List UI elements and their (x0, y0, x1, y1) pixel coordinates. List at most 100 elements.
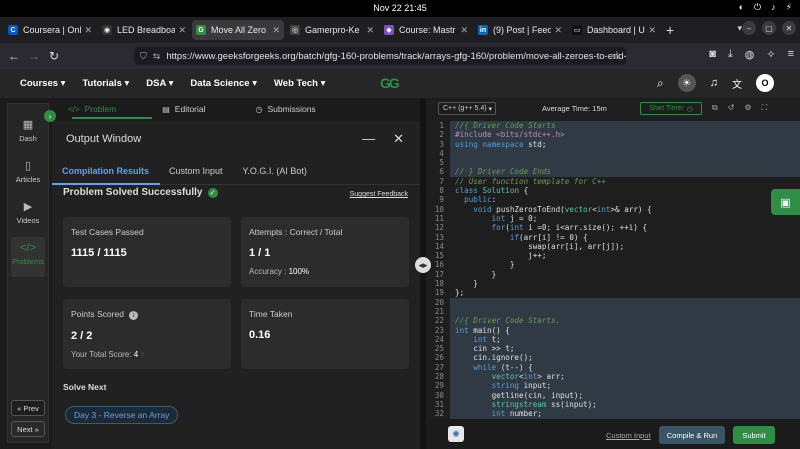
code-line[interactable]: 4 (426, 148, 800, 159)
prev-button[interactable]: « Prev (11, 400, 45, 416)
site-menu-item[interactable]: Data Science ▾ (190, 78, 257, 89)
site-menu-item[interactable]: DSA ▾ (146, 78, 173, 89)
code-line[interactable]: 25 cin >> t; (426, 344, 800, 354)
code-line[interactable]: 11 int j = 0; (426, 214, 800, 223)
rail-item-dash[interactable]: ▦ Dash (11, 118, 45, 158)
code-line[interactable]: 10 void pushZerosToEnd(vector<int>& arr)… (426, 205, 800, 214)
account-icon[interactable]: ◍ (745, 48, 755, 61)
system-tray[interactable]: ◐ ⏻ ♪ ⚡ (739, 2, 792, 13)
tab-custom-input[interactable]: Custom Input (159, 166, 233, 176)
close-tab-icon[interactable]: ✕ (554, 25, 562, 36)
browser-tab[interactable]: ◉ LED Breadboa ✕ (98, 20, 190, 40)
submit-button[interactable]: Submit (733, 426, 775, 444)
rail-item-problems[interactable]: </> Problems (11, 237, 45, 277)
settings-icon[interactable]: ⚙ (744, 103, 751, 113)
code-line[interactable]: 26 cin.ignore(); (426, 353, 800, 363)
code-line[interactable]: 31 stringstream ss(input); (426, 399, 800, 410)
browser-tab[interactable]: C Coursera | Onl ✕ (4, 20, 96, 40)
tab-editorial[interactable]: ▤ Editorial (132, 104, 221, 114)
code-line[interactable]: 7 // User function template for C++ (426, 177, 800, 186)
code-line[interactable]: 8 class Solution { (426, 186, 800, 195)
code-line[interactable]: 20 (426, 297, 800, 307)
site-menu-item[interactable]: Web Tech ▾ (274, 78, 325, 89)
code-line[interactable]: 3 using namespace std; (426, 139, 800, 149)
next-button[interactable]: Next » (11, 421, 45, 437)
code-line[interactable]: 5 (426, 158, 800, 168)
code-line[interactable]: 2 #include <bits/stdc++.h> (426, 130, 800, 140)
collapse-rail-icon[interactable]: › (44, 110, 56, 122)
avatar[interactable]: O (756, 74, 774, 92)
close-tab-icon[interactable]: ✕ (648, 25, 656, 36)
browser-tab[interactable]: ▭ Dashboard | U ✕ (568, 20, 660, 40)
notification-bell-icon[interactable]: ♫ (710, 77, 718, 89)
search-icon[interactable]: ⌕ (657, 76, 664, 91)
power-icon[interactable]: ⏻ (754, 2, 761, 13)
translate-icon[interactable]: 文 (732, 76, 742, 91)
custom-input-link[interactable]: Custom Input (606, 431, 651, 440)
system-clock[interactable]: Nov 22 21:45 (0, 3, 800, 13)
volume-icon[interactable]: ♪ (771, 2, 776, 13)
code-line[interactable]: 21 (426, 306, 800, 317)
site-menu-item[interactable]: Tutorials ▾ (82, 78, 129, 89)
tab-yogi-ai-bot[interactable]: Y.O.G.I. (AI Bot) (233, 166, 317, 176)
code-line[interactable]: 9 public: (426, 195, 800, 204)
address-bar[interactable]: ⛉ ⇆ https://www.geeksforgeeks.org/batch/… (134, 47, 626, 65)
close-tab-icon[interactable]: ✕ (178, 25, 186, 36)
gfg-logo[interactable]: GG (380, 75, 400, 91)
downloads-icon[interactable]: ⤓ (728, 48, 733, 61)
battery-icon[interactable]: ⚡ (786, 2, 792, 13)
bookmark-star-icon[interactable]: ☆ (612, 49, 622, 62)
menu-icon[interactable]: ≡ (788, 48, 794, 61)
extensions-icon[interactable]: ✧ (766, 48, 775, 61)
language-select[interactable]: C++ (g++ 5.4) ▾ (438, 102, 496, 115)
suggest-feedback-link[interactable]: Suggest Feedback (350, 191, 408, 198)
close-tab-icon[interactable]: ✕ (272, 25, 280, 36)
browser-tab[interactable]: in (9) Post | Feed ✕ (474, 20, 566, 40)
code-line[interactable]: 13 if(arr[i] != 0) { (426, 233, 800, 242)
lock-icon[interactable]: ⇆ (153, 51, 161, 62)
forward-icon[interactable]: → (24, 49, 44, 63)
code-line[interactable]: 27 while (t--) { (426, 362, 800, 373)
accessibility-icon[interactable]: ◐ (739, 2, 744, 13)
code-line[interactable]: 15 j++; (426, 251, 800, 260)
code-line[interactable]: 1 //{ Driver Code Starts (426, 121, 800, 131)
code-line[interactable]: 29 string input; (426, 381, 800, 391)
browser-tab[interactable]: G Move All Zero ✕ (192, 20, 284, 40)
maximize-icon[interactable]: ▢ (762, 21, 776, 35)
reset-icon[interactable]: ↺ (728, 103, 735, 113)
close-panel-icon[interactable]: ✕ (393, 131, 404, 147)
rail-item-videos[interactable]: ▶ Videos (11, 200, 45, 240)
code-line[interactable]: 19}; (426, 288, 800, 297)
tab-problem[interactable]: </> Problem (52, 104, 132, 114)
code-line[interactable]: 14 swap(arr[i], arr[j]); (426, 242, 800, 251)
resize-handle-icon[interactable]: ◂▸ (415, 257, 431, 273)
pocket-icon[interactable]: ◙ (709, 48, 716, 61)
tab-submissions[interactable]: ◷ Submissions (222, 104, 332, 114)
chat-icon[interactable]: ▣ (771, 189, 800, 215)
start-timer-button[interactable]: Start Timer ◷ (640, 102, 702, 115)
code-area[interactable]: 1 //{ Driver Code Starts 2 #include <bits/s… (426, 121, 800, 419)
ai-hint-icon[interactable]: ✺ (448, 426, 464, 442)
fullscreen-icon[interactable]: ⛶ (762, 103, 768, 113)
code-line[interactable]: 24 int t; (426, 334, 800, 345)
info-icon[interactable]: i (129, 311, 139, 320)
solve-next-problem-link[interactable]: Day 3 - Reverse an Array (65, 406, 179, 424)
tab-compilation-results[interactable]: Compilation Results (52, 166, 159, 176)
code-line[interactable]: 30 getline(cin, input); (426, 390, 800, 400)
code-line[interactable]: 32 int number; (426, 409, 800, 419)
compile-run-button[interactable]: Compile & Run (659, 426, 725, 444)
site-menu-item[interactable]: Courses ▾ (20, 78, 65, 89)
browser-tab[interactable]: ◆ Course: Mastr ✕ (380, 20, 472, 40)
close-tab-icon[interactable]: ✕ (84, 25, 92, 36)
back-icon[interactable]: ← (4, 49, 24, 63)
code-line[interactable]: 17 } (426, 270, 800, 279)
code-line[interactable]: 12 for(int i =0; i<arr.size(); ++i) { (426, 223, 800, 232)
minimize-panel-icon[interactable]: — (362, 131, 375, 147)
code-line[interactable]: 23 int main() { (426, 325, 800, 335)
theme-toggle-icon[interactable]: ☀ (677, 74, 696, 92)
new-tab-button[interactable]: + (666, 22, 674, 38)
code-line[interactable]: 22 //{ Driver Code Starts. (426, 316, 800, 326)
close-window-icon[interactable]: ✕ (782, 21, 796, 35)
code-line[interactable]: 16 } (426, 260, 800, 269)
shield-icon[interactable]: ⛉ (140, 51, 147, 62)
